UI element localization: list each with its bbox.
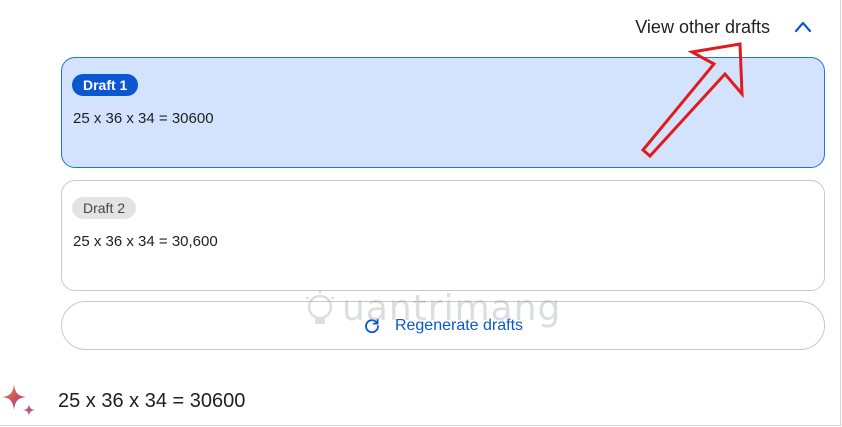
response-row: 25 x 36 x 34 = 30600 bbox=[0, 382, 245, 420]
draft-card-1[interactable]: Draft 1 25 x 36 x 34 = 30600 bbox=[61, 57, 825, 168]
draft-badge: Draft 2 bbox=[72, 197, 137, 219]
draft-text: 25 x 36 x 34 = 30600 bbox=[73, 110, 214, 127]
draft-text: 25 x 36 x 34 = 30,600 bbox=[73, 233, 218, 250]
regenerate-drafts-label: Regenerate drafts bbox=[394, 316, 524, 334]
sparkle-icon bbox=[0, 382, 38, 420]
view-other-drafts-label: View other drafts bbox=[635, 16, 770, 37]
regenerate-drafts-button[interactable]: Regenerate drafts bbox=[61, 301, 825, 350]
draft-badge: Draft 1 bbox=[72, 74, 139, 96]
response-text: 25 x 36 x 34 = 30600 bbox=[58, 389, 246, 412]
view-other-drafts-toggle[interactable]: View other drafts bbox=[635, 14, 812, 40]
draft-card-2[interactable]: Draft 2 25 x 36 x 34 = 30,600 bbox=[61, 180, 825, 291]
refresh-icon bbox=[363, 317, 381, 335]
chevron-up-icon[interactable] bbox=[794, 18, 812, 36]
